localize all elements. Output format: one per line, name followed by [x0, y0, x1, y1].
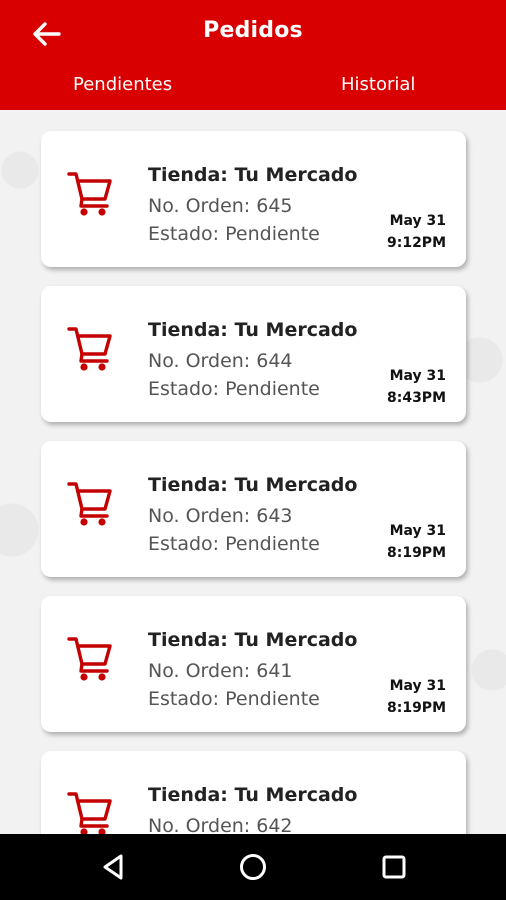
orders-list[interactable]: Tienda: Tu Mercado No. Orden: 645 Estado…	[0, 110, 506, 834]
order-date: May 31	[389, 678, 446, 694]
shopping-cart-icon	[67, 172, 112, 216]
order-status: Estado: Pendiente	[148, 533, 320, 555]
order-status: Estado: Pendiente	[148, 688, 320, 710]
order-number: No. Orden: 644	[148, 350, 293, 372]
order-card[interactable]: Tienda: Tu Mercado No. Orden: 642	[41, 751, 466, 834]
store-name: Tienda: Tu Mercado	[148, 319, 358, 341]
system-nav-bar	[0, 834, 506, 900]
order-card[interactable]: Tienda: Tu Mercado No. Orden: 645 Estado…	[41, 131, 466, 267]
order-number: No. Orden: 645	[148, 195, 293, 217]
recents-square-icon[interactable]	[376, 849, 412, 885]
page-title: Pedidos	[203, 18, 303, 43]
order-number: No. Orden: 642	[148, 815, 293, 834]
order-date: May 31	[389, 523, 446, 539]
order-card[interactable]: Tienda: Tu Mercado No. Orden: 641 Estado…	[41, 596, 466, 732]
order-date: May 31	[389, 213, 446, 229]
order-number: No. Orden: 641	[148, 660, 293, 682]
shopping-cart-icon	[67, 637, 112, 681]
order-time: 8:19PM	[386, 545, 446, 561]
order-card[interactable]: Tienda: Tu Mercado No. Orden: 643 Estado…	[41, 441, 466, 577]
order-status: Estado: Pendiente	[148, 378, 320, 400]
shopping-cart-icon	[67, 792, 112, 834]
order-card[interactable]: Tienda: Tu Mercado No. Orden: 644 Estado…	[41, 286, 466, 422]
store-name: Tienda: Tu Mercado	[148, 784, 358, 806]
order-time: 8:43PM	[386, 390, 446, 406]
home-circle-icon[interactable]	[235, 849, 271, 885]
app-header: Pedidos Pendientes Historial	[0, 0, 506, 110]
tab-pendientes[interactable]: Pendientes	[73, 74, 172, 95]
shopping-cart-icon	[67, 482, 112, 526]
store-name: Tienda: Tu Mercado	[148, 474, 358, 496]
order-time: 9:12PM	[386, 235, 446, 251]
order-number: No. Orden: 643	[148, 505, 293, 527]
order-time: 8:19PM	[386, 700, 446, 716]
tab-historial[interactable]: Historial	[341, 74, 415, 95]
order-date: May 31	[389, 368, 446, 384]
tab-bar: Pendientes Historial	[0, 74, 506, 108]
store-name: Tienda: Tu Mercado	[148, 164, 358, 186]
order-status: Estado: Pendiente	[148, 223, 320, 245]
shopping-cart-icon	[67, 327, 112, 371]
store-name: Tienda: Tu Mercado	[148, 629, 358, 651]
back-triangle-icon[interactable]	[96, 849, 132, 885]
